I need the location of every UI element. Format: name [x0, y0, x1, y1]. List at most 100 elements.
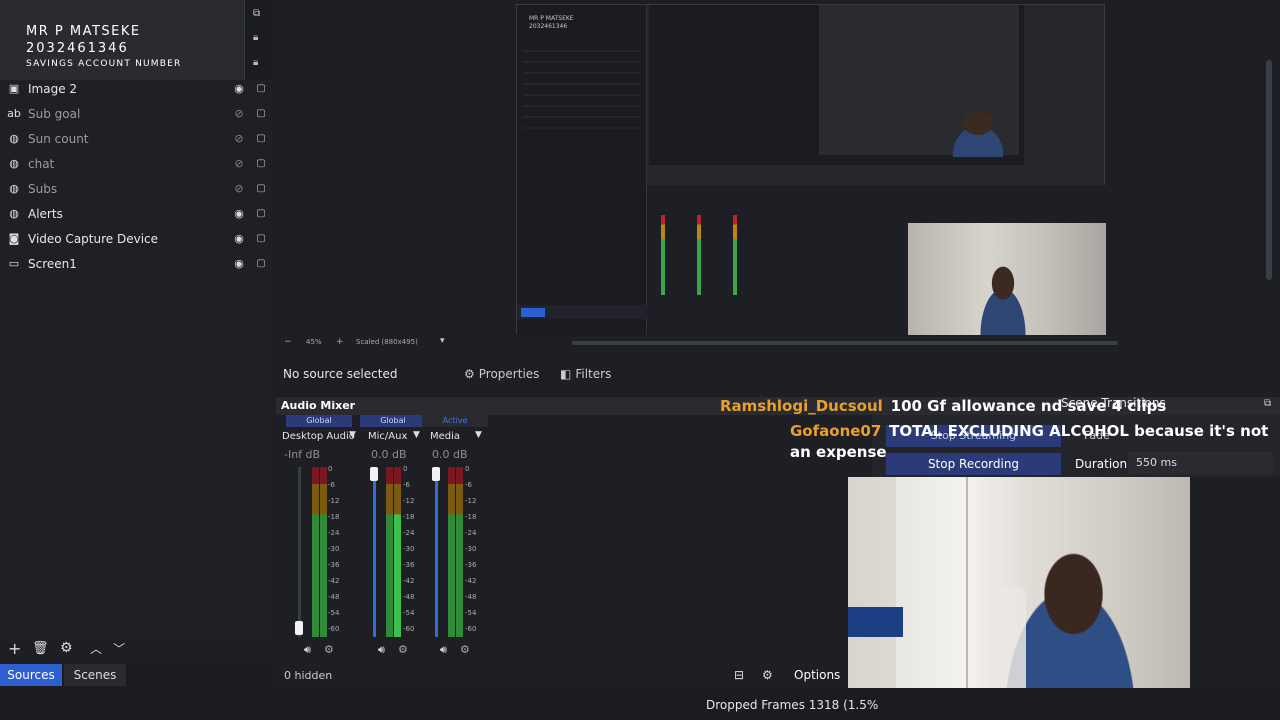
lock-icon[interactable]: ▢ [250, 133, 272, 144]
settings-icon[interactable]: ⚙ [460, 643, 470, 656]
source-item-alerts[interactable]: ◍ Alerts ◉ ▢ [0, 201, 272, 226]
channel-tag: Global [286, 415, 352, 427]
settings-icon[interactable]: ⚙ [324, 643, 334, 656]
scale-tick: -18 [328, 513, 340, 521]
channel-name-mic-aux[interactable]: Mic/Aux [368, 431, 407, 442]
volume-slider[interactable] [373, 467, 376, 637]
properties-button[interactable]: ⚙ Properties [464, 367, 539, 381]
eye-icon[interactable]: ◉ [228, 207, 250, 220]
scale-tick: -48 [465, 593, 477, 601]
eye-off-icon[interactable]: ⊘ [228, 107, 250, 120]
channel-name-media[interactable]: Media [430, 431, 460, 442]
status-footer: Dropped Frames 1318 (1.5% [0, 688, 1280, 720]
volume-knob[interactable] [432, 467, 440, 481]
volume-knob[interactable] [370, 467, 378, 481]
scale-tick: -48 [403, 593, 415, 601]
chevron-down-icon[interactable]: ▼ [475, 430, 482, 440]
preview-canvas[interactable]: MR P MATSEKE 2032461346 [516, 4, 1106, 335]
properties-label: Properties [478, 367, 540, 381]
add-icon[interactable]: + [8, 639, 21, 658]
bed [848, 607, 903, 637]
source-label: Sub goal [28, 106, 81, 121]
overlay-name: MR P MATSEKE [26, 24, 141, 39]
wardrobe-seam [966, 477, 968, 720]
lock-icon[interactable]: ▢ [250, 108, 272, 119]
scale-tick: 0 [403, 465, 408, 473]
overlay-number: 2032461346 [26, 41, 129, 56]
source-label: Screen1 [28, 256, 77, 271]
vertical-scrollbar[interactable] [1266, 60, 1272, 280]
gear-icon[interactable]: ⚙ [60, 640, 73, 656]
lock-icon[interactable]: 🔒︎ [253, 32, 258, 43]
source-label: Alerts [28, 206, 63, 221]
source-item-sun-count[interactable]: ◍ Sun count ⊘ ▢ [0, 126, 272, 151]
audio-mixer-title: Audio Mixer [281, 399, 356, 412]
volume-slider[interactable] [435, 467, 438, 637]
volume-knob[interactable] [295, 621, 303, 635]
trash-icon[interactable]: 🗑︎ [32, 641, 49, 656]
webcam-feed [848, 477, 1190, 720]
browser-icon: ◍ [9, 132, 19, 145]
filters-button[interactable]: ◧ Filters [560, 367, 611, 381]
chat-user: Ramshlogi_Ducsoul [720, 397, 883, 415]
lock-icon[interactable]: ▢ [250, 158, 272, 169]
eye-off-icon[interactable]: ⊘ [228, 182, 250, 195]
no-source-label: No source selected [283, 367, 398, 381]
gear-icon[interactable]: ⚙ [762, 668, 773, 682]
speaker-icon[interactable]: 🔊︎ [378, 643, 385, 657]
eye-icon[interactable]: ◉ [228, 232, 250, 245]
speaker-icon[interactable]: 🔊︎ [440, 643, 447, 657]
options-button[interactable]: Options [794, 668, 840, 682]
lock-icon[interactable]: ▢ [250, 233, 272, 244]
lock-icon[interactable]: ▢ [250, 183, 272, 194]
dock-float-icon[interactable]: ⧉ [253, 8, 260, 19]
source-label: chat [28, 156, 55, 171]
tab-sources[interactable]: Sources [0, 664, 62, 686]
eye-icon[interactable]: ◉ [228, 257, 250, 270]
settings-icon[interactable]: ⚙ [398, 643, 408, 656]
channel-tag: Global [360, 415, 426, 427]
lock-icon[interactable]: ▢ [250, 208, 272, 219]
gear-icon: ⚙ [464, 367, 475, 381]
scale-tick: -12 [328, 497, 340, 505]
chevron-down-icon[interactable]: ▼ [413, 430, 420, 440]
lock-icon[interactable]: 🔒︎ [253, 57, 258, 68]
volume-slider[interactable] [298, 467, 301, 637]
chevron-up-icon[interactable]: ︿ [90, 640, 102, 657]
tab-scenes[interactable]: Scenes [64, 664, 126, 686]
scale-tick: -60 [465, 625, 477, 633]
eye-off-icon[interactable]: ⊘ [228, 157, 250, 170]
zoom-out-button[interactable]: − [284, 337, 292, 347]
source-toolbar: + 🗑︎ ⚙ ︿ ﹀ [0, 636, 272, 664]
layout-icon[interactable]: ⊟ [734, 668, 744, 682]
horizontal-scrollbar[interactable] [572, 341, 1118, 345]
channel-name-desktop-audio[interactable]: Desktop Audio [282, 431, 355, 442]
source-label: Sun count [28, 131, 89, 146]
chevron-down-icon[interactable]: ▾ [440, 336, 445, 346]
zoom-in-button[interactable]: + [336, 337, 344, 347]
chevron-down-icon[interactable]: ﹀ [113, 640, 125, 657]
scale-tick: -42 [465, 577, 477, 585]
scale-tick: -18 [465, 513, 477, 521]
lock-icon[interactable]: ▢ [250, 258, 272, 269]
speaker-icon[interactable]: 🔊︎ [304, 643, 311, 657]
source-item-video-capture-device[interactable]: ◙ Video Capture Device ◉ ▢ [0, 226, 272, 251]
chevron-down-icon[interactable]: ▼ [349, 430, 356, 440]
scale-tick: -60 [328, 625, 340, 633]
scale-tick: -54 [465, 609, 477, 617]
eye-icon[interactable]: ◉ [228, 82, 250, 95]
lock-icon[interactable]: ▢ [250, 83, 272, 94]
nested-preview-sources: MR P MATSEKE 2032461346 [517, 5, 647, 335]
nested-webcam [934, 105, 1022, 157]
source-item-subs[interactable]: ◍ Subs ⊘ ▢ [0, 176, 272, 201]
mixer-footer: 0 hidden ⊟ ⚙ Options [276, 664, 848, 688]
scale-tick: -30 [465, 545, 477, 553]
source-item-chat[interactable]: ◍ chat ⊘ ▢ [0, 151, 272, 176]
scale-tick: -6 [465, 481, 472, 489]
source-item-screen1[interactable]: ▭ Screen1 ◉ ▢ [0, 251, 272, 276]
source-item-image-2[interactable]: ▣ Image 2 ◉ ▢ [0, 76, 272, 101]
source-item-sub-goal[interactable]: ab Sub goal ⊘ ▢ [0, 101, 272, 126]
level-meter [448, 467, 455, 637]
nested-tab-sources [521, 308, 545, 317]
eye-off-icon[interactable]: ⊘ [228, 132, 250, 145]
